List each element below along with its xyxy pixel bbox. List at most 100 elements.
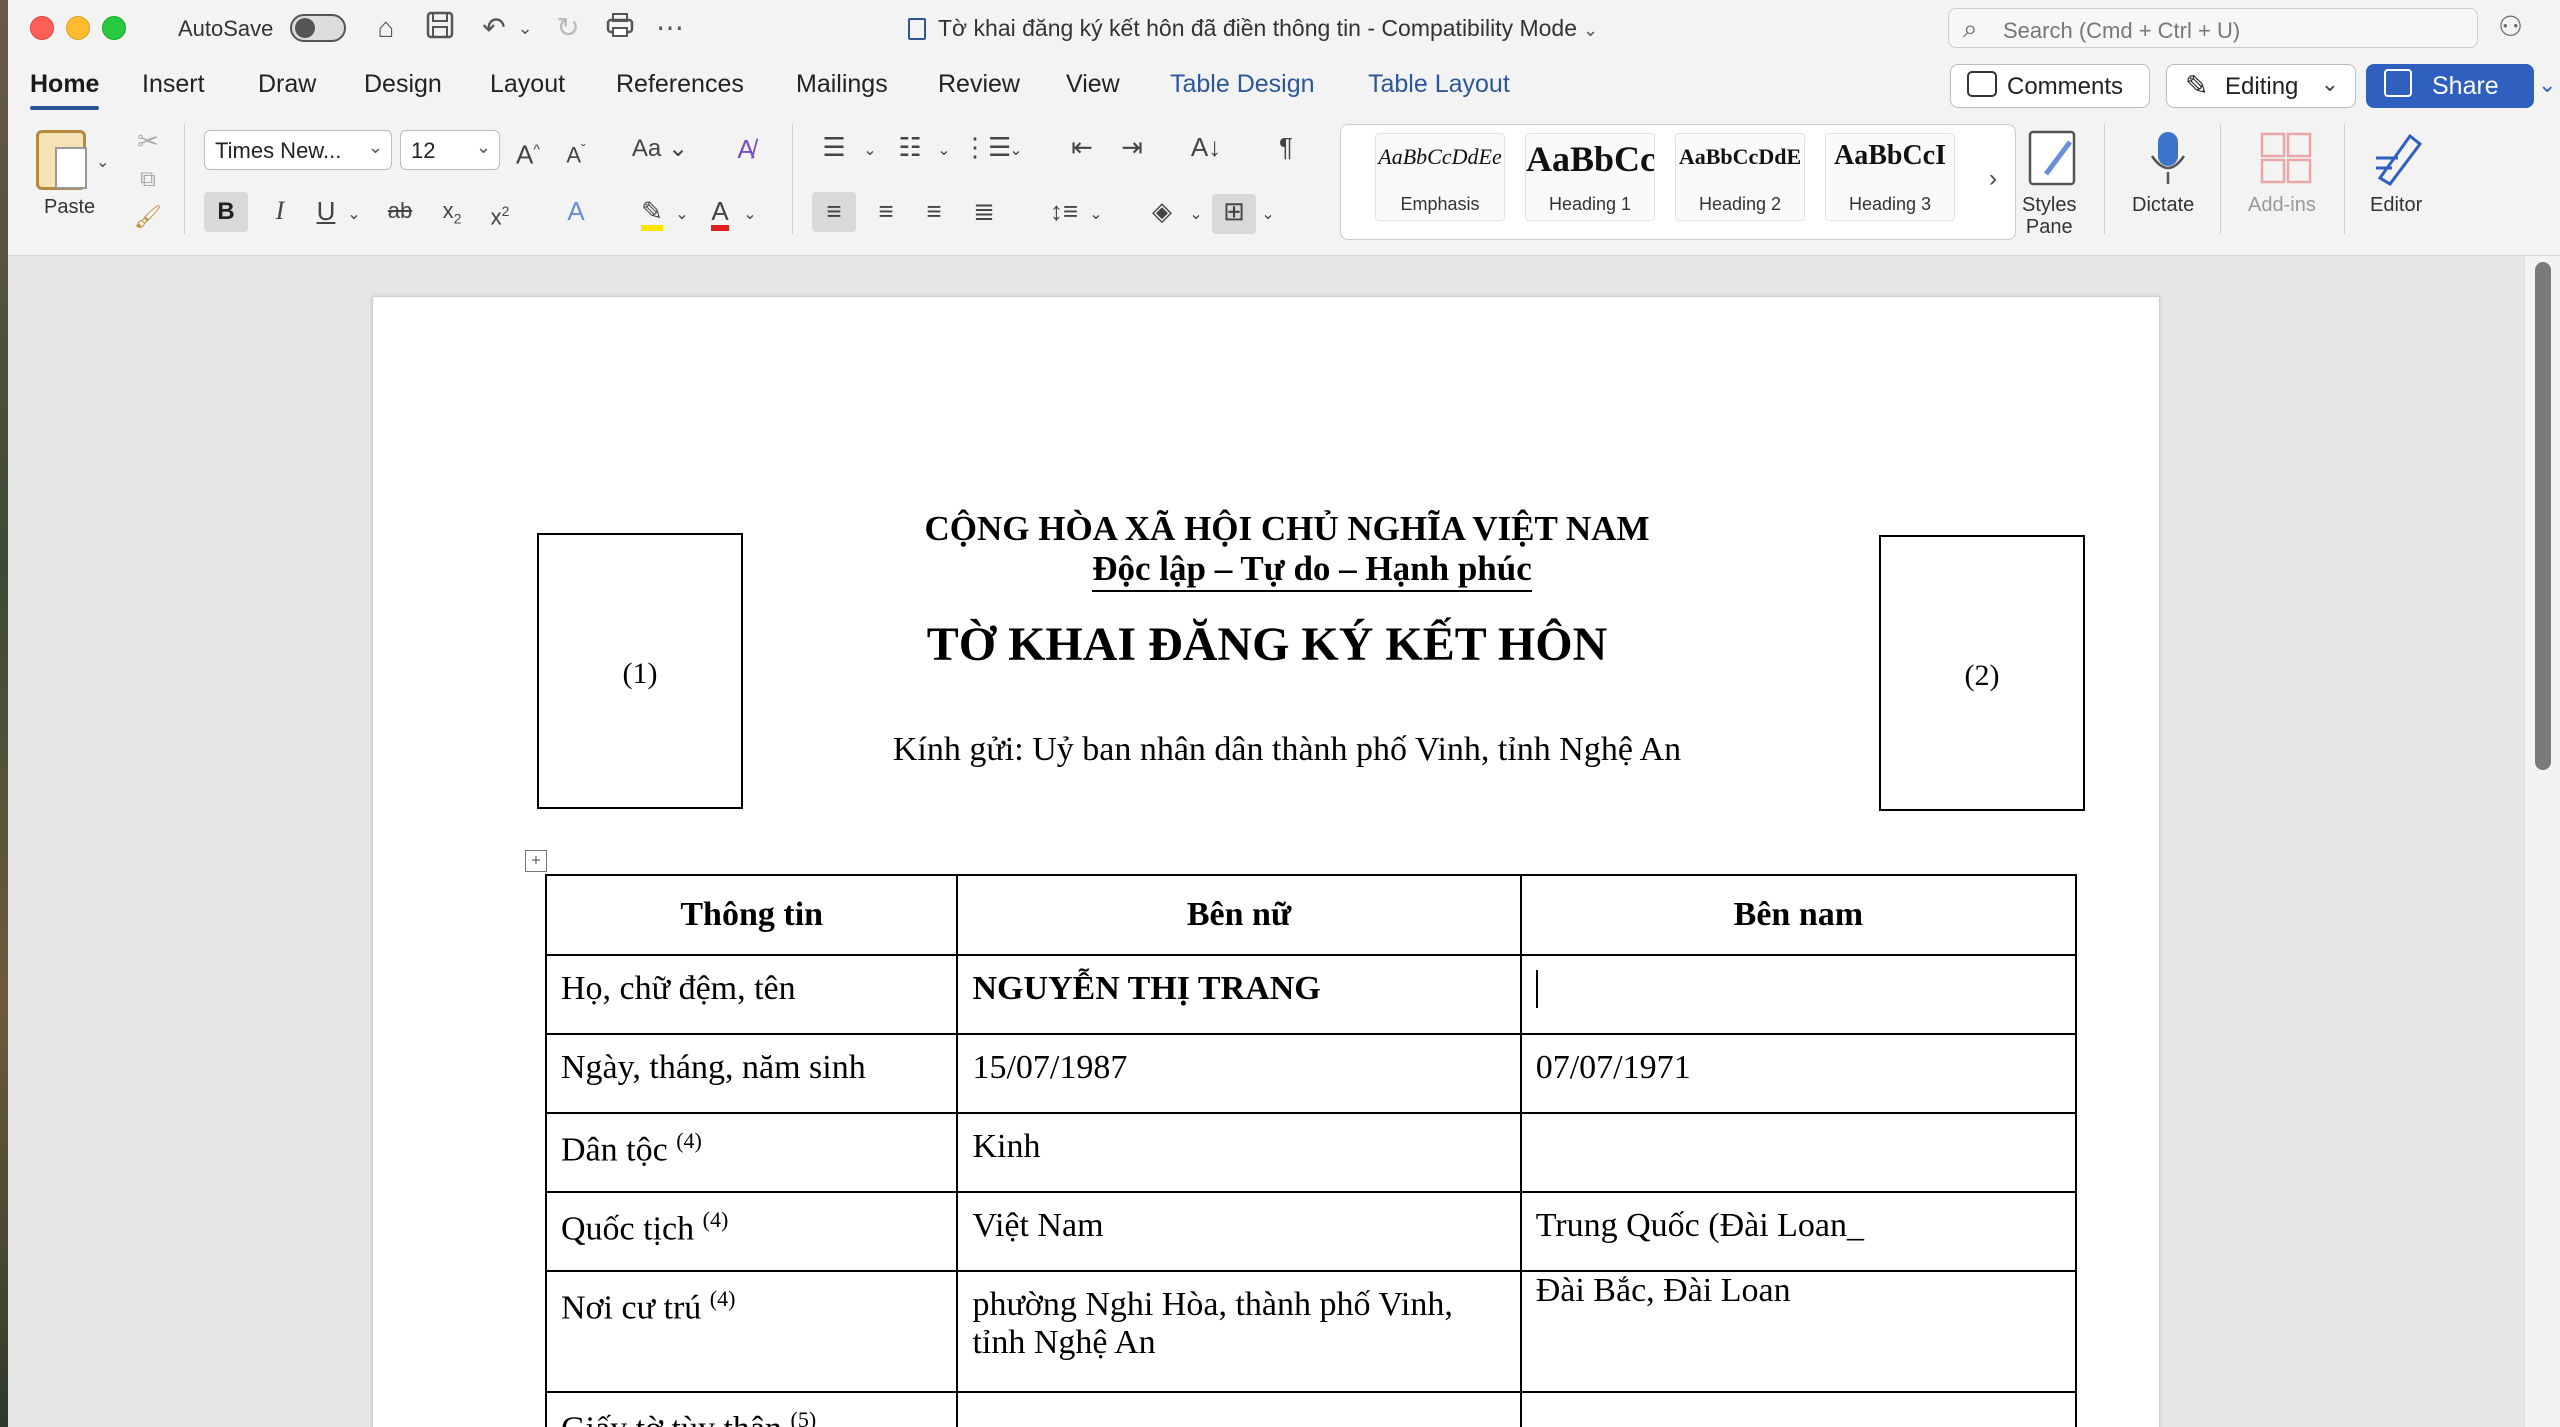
font-color-dropdown-icon[interactable]: ⌄ bbox=[740, 198, 760, 232]
tab-draw[interactable]: Draw bbox=[258, 70, 316, 99]
copy-icon[interactable]: ⧉ bbox=[132, 162, 164, 196]
numbering-dropdown-icon[interactable]: ⌄ bbox=[934, 134, 954, 168]
paste-icon[interactable] bbox=[36, 130, 87, 190]
text-effects-icon[interactable]: A bbox=[556, 194, 596, 228]
share-dropdown-icon[interactable]: ⌄ bbox=[2538, 72, 2556, 98]
superscript-button[interactable]: x2 bbox=[480, 194, 520, 234]
account-icon[interactable]: ⚇ bbox=[2498, 10, 2523, 43]
tab-mailings[interactable]: Mailings bbox=[796, 70, 888, 99]
line-spacing-icon[interactable]: ↕≡ bbox=[1044, 194, 1084, 228]
align-right-icon[interactable]: ≡ bbox=[914, 194, 954, 228]
tab-review[interactable]: Review bbox=[938, 70, 1020, 99]
header-info[interactable]: Thông tin bbox=[544, 874, 959, 956]
subscript-button[interactable]: x2 bbox=[432, 194, 472, 235]
bullets-icon[interactable]: ☰ bbox=[814, 130, 854, 164]
microphone-icon[interactable] bbox=[2140, 128, 2196, 188]
tab-table-layout[interactable]: Table Layout bbox=[1368, 70, 1510, 99]
change-case-icon[interactable]: Aa ⌄ bbox=[628, 132, 692, 166]
redo-icon[interactable]: ↻ bbox=[548, 10, 588, 46]
highlight-color-icon[interactable]: ✎ bbox=[632, 194, 672, 231]
home-icon[interactable]: ⌂ bbox=[366, 10, 406, 46]
increase-indent-icon[interactable]: ⇥ bbox=[1112, 130, 1152, 164]
borders-icon[interactable]: ⊞ bbox=[1212, 194, 1256, 234]
shrink-font-icon[interactable]: Aˇ bbox=[556, 132, 596, 172]
bold-button[interactable]: B bbox=[204, 192, 248, 232]
male-cell[interactable]: Trung Quốc (Đài Loan_ bbox=[1519, 1191, 2078, 1272]
male-cell[interactable] bbox=[1519, 1391, 2078, 1427]
tab-table-design[interactable]: Table Design bbox=[1170, 70, 1315, 99]
tab-references[interactable]: References bbox=[616, 70, 744, 99]
header-female[interactable]: Bên nữ bbox=[956, 874, 1522, 956]
scrollbar-thumb[interactable] bbox=[2535, 262, 2551, 770]
styles-pane-icon[interactable] bbox=[2026, 128, 2082, 188]
shading-dropdown-icon[interactable]: ⌄ bbox=[1186, 198, 1206, 232]
underline-dropdown-icon[interactable]: ⌄ bbox=[344, 198, 364, 232]
vertical-scrollbar[interactable] bbox=[2524, 256, 2560, 1427]
more-options-icon[interactable]: ⋯ bbox=[652, 10, 688, 46]
multilevel-dropdown-icon[interactable]: ⌄ bbox=[1006, 134, 1026, 168]
undo-dropdown-icon[interactable]: ⌄ bbox=[514, 10, 536, 46]
row-label-cell[interactable]: Quốc tịch (4) bbox=[544, 1191, 959, 1272]
align-center-icon[interactable]: ≡ bbox=[866, 194, 906, 228]
tab-view[interactable]: View bbox=[1066, 70, 1120, 99]
grow-font-icon[interactable]: A^ bbox=[508, 132, 548, 172]
sort-icon[interactable]: A↓ bbox=[1186, 130, 1226, 164]
paste-dropdown-icon[interactable]: ⌄ bbox=[96, 146, 109, 180]
female-cell[interactable]: Việt Nam bbox=[956, 1191, 1522, 1272]
borders-dropdown-icon[interactable]: ⌄ bbox=[1258, 198, 1278, 232]
highlight-dropdown-icon[interactable]: ⌄ bbox=[672, 198, 692, 232]
font-color-icon[interactable]: A bbox=[700, 194, 740, 231]
chevron-right-icon[interactable]: › bbox=[1989, 165, 1997, 193]
row-label-cell[interactable]: Ngày, tháng, năm sinh bbox=[544, 1033, 959, 1114]
tab-home[interactable]: Home bbox=[30, 70, 100, 110]
row-label-cell[interactable]: Họ, chữ đệm, tên bbox=[544, 954, 959, 1035]
zoom-window-button[interactable] bbox=[102, 16, 126, 40]
add-ins-icon[interactable] bbox=[2258, 128, 2314, 188]
tab-insert[interactable]: Insert bbox=[142, 70, 205, 99]
strikethrough-button[interactable]: ab bbox=[380, 194, 420, 228]
female-cell[interactable]: 15/07/1987 bbox=[956, 1033, 1522, 1114]
clear-formatting-icon[interactable]: A̸ bbox=[726, 132, 766, 166]
female-cell[interactable]: NGUYỄN THỊ TRANG bbox=[956, 954, 1522, 1035]
row-label-cell[interactable]: Nơi cư trú (4) bbox=[544, 1270, 959, 1393]
format-painter-icon[interactable]: 🖌 bbox=[132, 200, 164, 234]
row-label-cell[interactable]: Giấy tờ tùy thân (5) bbox=[544, 1391, 959, 1427]
male-cell[interactable]: Đài Bắc, Đài Loan bbox=[1519, 1270, 2078, 1393]
cut-icon[interactable]: ✂ bbox=[132, 124, 164, 158]
document-title[interactable]: Tờ khai đăng ký kết hôn đã điền thông ti… bbox=[908, 15, 1598, 42]
save-icon[interactable] bbox=[420, 10, 460, 46]
male-cell[interactable] bbox=[1519, 954, 2078, 1035]
style-heading-1[interactable]: AaBbCc Heading 1 bbox=[1525, 133, 1655, 221]
undo-icon[interactable]: ↶ bbox=[474, 10, 514, 46]
header-male[interactable]: Bên nam bbox=[1519, 874, 2078, 956]
align-left-button[interactable]: ≡ bbox=[812, 192, 856, 232]
editor-icon[interactable] bbox=[2370, 128, 2426, 188]
document-page[interactable]: CỘNG HÒA XÃ HỘI CHỦ NGHĨA VIỆT NAM Độc l… bbox=[372, 296, 2160, 1427]
line-spacing-dropdown-icon[interactable]: ⌄ bbox=[1086, 198, 1106, 232]
show-formatting-marks-icon[interactable]: ¶ bbox=[1266, 130, 1306, 164]
style-heading-3[interactable]: AaBbCcI Heading 3 bbox=[1825, 133, 1955, 221]
justify-icon[interactable]: ≣ bbox=[964, 194, 1004, 228]
search-input[interactable]: ⌕ Search (Cmd + Ctrl + U) bbox=[1948, 8, 2478, 48]
table-move-handle[interactable]: + bbox=[525, 850, 547, 872]
decrease-indent-icon[interactable]: ⇤ bbox=[1062, 130, 1102, 164]
style-emphasis[interactable]: AaBbCcDdEe Emphasis bbox=[1375, 133, 1505, 221]
underline-button[interactable]: U bbox=[308, 194, 344, 228]
close-window-button[interactable] bbox=[30, 16, 54, 40]
shading-icon[interactable]: ◈ bbox=[1142, 194, 1182, 228]
editing-mode-button[interactable]: ✎ Editing ⌄ bbox=[2166, 64, 2356, 108]
numbering-icon[interactable]: ☷ bbox=[890, 130, 930, 164]
female-cell[interactable]: Kinh bbox=[956, 1112, 1522, 1193]
male-cell[interactable]: 07/07/1971 bbox=[1519, 1033, 2078, 1114]
italic-button[interactable]: I bbox=[262, 194, 298, 228]
multilevel-list-icon[interactable]: ⋮☰ bbox=[962, 130, 1011, 164]
style-heading-2[interactable]: AaBbCcDdE Heading 2 bbox=[1675, 133, 1805, 221]
tab-design[interactable]: Design bbox=[364, 70, 442, 99]
female-cell[interactable]: phường Nghi Hòa, thành phố Vinh, tỉnh Ng… bbox=[956, 1270, 1522, 1393]
tab-layout[interactable]: Layout bbox=[490, 70, 565, 99]
male-cell[interactable] bbox=[1519, 1112, 2078, 1193]
comments-button[interactable]: Comments bbox=[1950, 64, 2150, 108]
font-size-select[interactable]: 12 ⌄ bbox=[400, 130, 500, 170]
minimize-window-button[interactable] bbox=[66, 16, 90, 40]
row-label-cell[interactable]: Dân tộc (4) bbox=[544, 1112, 959, 1193]
